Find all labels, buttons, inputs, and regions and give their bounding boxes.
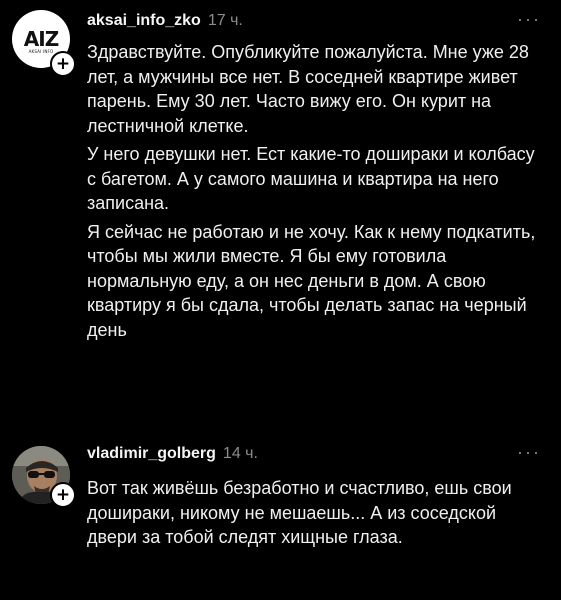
- timestamp: 17 ч.: [207, 12, 243, 29]
- more-options-icon[interactable]: ···: [517, 10, 541, 28]
- avatar-logo-subtext: AKSAI INFO: [28, 49, 54, 54]
- comment-text: Вот так живёшь безработно и счастливо, е…: [87, 476, 547, 554]
- username[interactable]: aksai_info_zko: [87, 11, 201, 31]
- plus-icon[interactable]: +: [50, 482, 76, 508]
- timestamp: 14 ч.: [222, 445, 258, 462]
- comment-paragraph: Я сейчас не работаю и не хочу. Как к нем…: [87, 221, 536, 340]
- comment-paragraph: Вот так живёшь безработно и счастливо, е…: [87, 478, 512, 547]
- avatar-logo-text: AIZ: [23, 27, 59, 51]
- comment-text: Здравствуйте. Опубликуйте пожалуйста. Мн…: [87, 40, 547, 346]
- more-options-icon[interactable]: ···: [517, 443, 541, 461]
- comment-paragraph: Здравствуйте. Опубликуйте пожалуйста. Мн…: [87, 42, 529, 136]
- plus-icon[interactable]: +: [50, 51, 76, 77]
- comment-paragraph: У него девушки нет. Ест какие-то доширак…: [87, 144, 535, 213]
- comment-header: vladimir_golberg 14 ч.: [87, 444, 258, 464]
- comment-header: aksai_info_zko 17 ч.: [87, 11, 243, 31]
- username[interactable]: vladimir_golberg: [87, 444, 216, 464]
